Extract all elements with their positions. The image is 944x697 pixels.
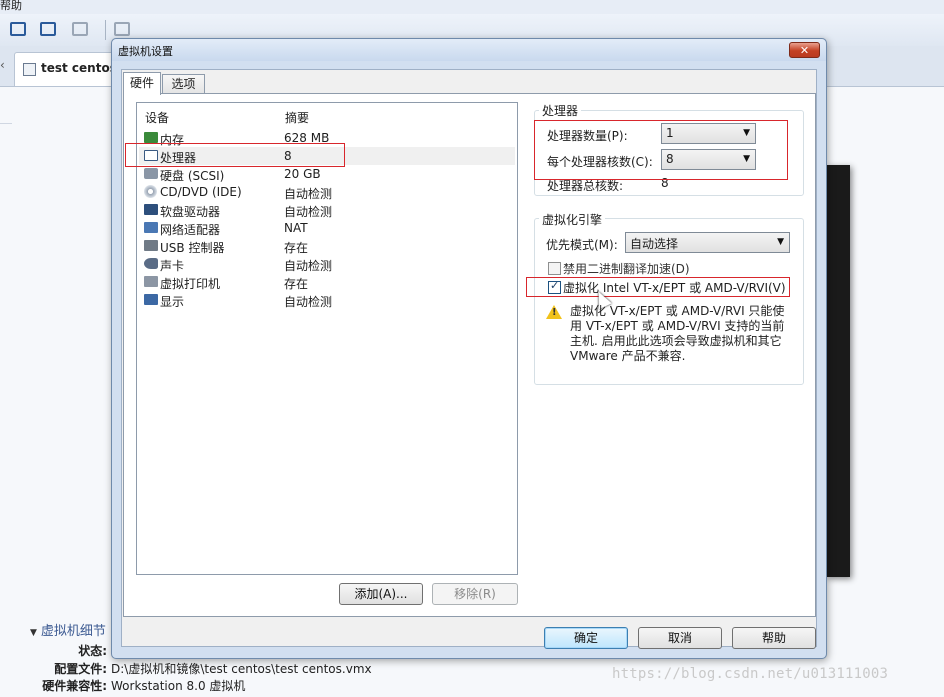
device-name: 网络适配器 bbox=[160, 223, 221, 237]
close-button[interactable]: ✕ bbox=[789, 42, 820, 58]
device-name: 软盘驱动器 bbox=[160, 205, 221, 219]
device-row-network-adapter[interactable]: 网络适配器 NAT bbox=[139, 219, 515, 237]
hard-disk-icon bbox=[144, 168, 158, 179]
remove-device-button[interactable]: 移除(R) bbox=[432, 583, 518, 605]
device-name: 声卡 bbox=[160, 259, 185, 273]
tab-options[interactable]: 选项 bbox=[162, 74, 205, 94]
warning-line: 主机. 启用此此选项会导致虚拟机和其它 bbox=[570, 334, 782, 348]
device-summary: 自动检测 bbox=[284, 259, 333, 273]
device-summary: 自动检测 bbox=[284, 205, 333, 219]
device-name: 虚拟打印机 bbox=[160, 277, 221, 291]
vtx-warning-text: 虚拟化 VT-x/EPT 或 AMD-V/RVI 只能使 用 VT-x/EPT … bbox=[570, 304, 784, 364]
usb-icon bbox=[144, 240, 158, 251]
tab-label: test centos bbox=[41, 61, 117, 75]
device-summary: 自动检测 bbox=[284, 295, 333, 309]
tab-test-centos[interactable]: test centos bbox=[14, 52, 124, 86]
sound-card-icon bbox=[144, 258, 158, 269]
detail-key: 配置文件: bbox=[54, 662, 107, 676]
detail-row-hw-compat: 硬件兼容性: Workstation 8.0 虚拟机 bbox=[0, 677, 245, 694]
menu-help[interactable]: 帮助 bbox=[0, 0, 22, 13]
tab-scroll-left-icon[interactable]: ‹ bbox=[0, 58, 10, 72]
vm-details-title: 虚拟机细节 bbox=[40, 624, 106, 639]
device-name: 显示 bbox=[160, 295, 185, 309]
divider bbox=[0, 123, 12, 124]
collapse-triangle-icon: ▼ bbox=[30, 628, 37, 638]
toolbar-separator bbox=[105, 20, 106, 40]
virtualization-engine-title: 虚拟化引擎 bbox=[539, 211, 606, 228]
warning-line: 用 VT-x/EPT 或 AMD-V/RVI 支持的当前 bbox=[570, 319, 785, 333]
device-summary: 存在 bbox=[284, 241, 309, 255]
col-header-summary[interactable]: 摘要 bbox=[285, 109, 309, 126]
network-adapter-icon bbox=[144, 222, 158, 233]
display-icon bbox=[144, 294, 158, 305]
detail-key: 硬件兼容性: bbox=[42, 679, 107, 693]
unity-view-icon[interactable] bbox=[10, 22, 26, 36]
device-row-floppy[interactable]: 软盘驱动器 自动检测 bbox=[139, 201, 515, 219]
device-row-hard-disk[interactable]: 硬盘 (SCSI) 20 GB bbox=[139, 165, 515, 183]
device-name: 硬盘 (SCSI) bbox=[160, 169, 225, 183]
disable-binary-translation-checkbox[interactable] bbox=[548, 262, 561, 275]
device-summary: 存在 bbox=[284, 277, 309, 291]
help-button[interactable]: 帮助 bbox=[732, 627, 816, 649]
cancel-button[interactable]: 取消 bbox=[638, 627, 722, 649]
tab-hardware[interactable]: 硬件 bbox=[123, 72, 161, 95]
dialog-title-bar[interactable]: 虚拟机设置 ✕ bbox=[112, 39, 826, 61]
highlight-box-vtx bbox=[526, 277, 790, 297]
device-summary: 20 GB bbox=[284, 167, 321, 181]
device-summary: 自动检测 bbox=[284, 187, 333, 201]
device-row-usb[interactable]: USB 控制器 存在 bbox=[139, 237, 515, 255]
vm-settings-dialog: 虚拟机设置 ✕ 硬件 选项 设备 摘要 内存 628 MB 处理器 8 硬盘 (… bbox=[111, 38, 827, 659]
disable-binary-translation-label[interactable]: 禁用二进制翻译加速(D) bbox=[563, 260, 690, 277]
add-device-button[interactable]: 添加(A)... bbox=[339, 583, 423, 605]
warning-line: 虚拟化 VT-x/EPT 或 AMD-V/RVI 只能使 bbox=[570, 304, 785, 318]
console-view-icon[interactable] bbox=[114, 22, 130, 36]
device-list[interactable]: 设备 摘要 内存 628 MB 处理器 8 硬盘 (SCSI) 20 GB CD… bbox=[136, 102, 518, 575]
device-name: CD/DVD (IDE) bbox=[160, 185, 242, 199]
highlight-box-processor-settings bbox=[534, 120, 788, 180]
ok-button[interactable]: 确定 bbox=[544, 627, 628, 649]
warning-line: VMware 产品不兼容. bbox=[570, 349, 686, 363]
warning-icon: ! bbox=[546, 305, 562, 319]
memory-icon bbox=[144, 132, 158, 143]
fullscreen-icon[interactable] bbox=[40, 22, 56, 36]
menu-bar: 帮助 bbox=[0, 0, 944, 14]
preferred-mode-select[interactable]: 自动选择 ▼ bbox=[625, 232, 790, 253]
device-row-printer[interactable]: 虚拟打印机 存在 bbox=[139, 273, 515, 291]
highlight-box-processor-row bbox=[125, 143, 345, 167]
vm-details-header[interactable]: ▼ 虚拟机细节 bbox=[30, 620, 106, 639]
detail-row-status: 状态: bbox=[0, 642, 111, 659]
chevron-down-icon: ▼ bbox=[777, 237, 784, 247]
floppy-icon bbox=[144, 204, 158, 215]
detail-row-config-file: 配置文件: D:\虚拟机和镜像\test centos\test centos.v… bbox=[0, 660, 372, 677]
device-row-display[interactable]: 显示 自动检测 bbox=[139, 291, 515, 309]
quick-switch-icon[interactable] bbox=[72, 22, 88, 36]
printer-icon bbox=[144, 276, 158, 287]
vm-screen-preview[interactable] bbox=[826, 165, 850, 577]
watermark-text: https://blog.csdn.net/u013111003 bbox=[612, 666, 889, 682]
detail-value: Workstation 8.0 虚拟机 bbox=[111, 679, 246, 693]
device-row-sound-card[interactable]: 声卡 自动检测 bbox=[139, 255, 515, 273]
detail-key: 状态: bbox=[78, 644, 107, 658]
detail-value: D:\虚拟机和镜像\test centos\test centos.vmx bbox=[111, 662, 372, 676]
preferred-mode-label: 优先模式(M): bbox=[546, 238, 618, 252]
device-row-cd-dvd[interactable]: CD/DVD (IDE) 自动检测 bbox=[139, 183, 515, 201]
preferred-mode-value: 自动选择 bbox=[630, 237, 679, 251]
device-summary: NAT bbox=[284, 221, 308, 235]
processor-group-title: 处理器 bbox=[539, 102, 582, 119]
dialog-title: 虚拟机设置 bbox=[118, 45, 173, 58]
col-header-device[interactable]: 设备 bbox=[145, 109, 169, 126]
vm-icon bbox=[23, 63, 36, 76]
device-name: USB 控制器 bbox=[160, 241, 225, 255]
cd-dvd-icon bbox=[144, 185, 157, 198]
